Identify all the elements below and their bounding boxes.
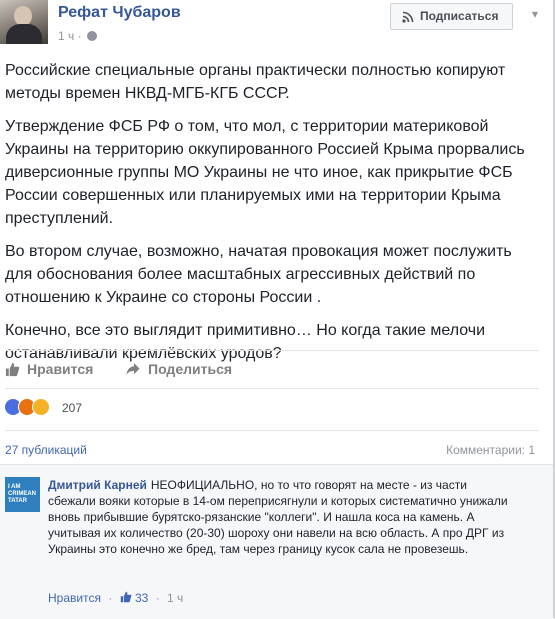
- comment-actions: Нравится · 33 · 1 ч: [48, 591, 183, 605]
- post-time[interactable]: 1 ч: [58, 29, 74, 43]
- post-header: Рефат Чубаров 1 ч · Подписаться ▾: [0, 0, 553, 52]
- commenter-name[interactable]: Дмитрий Карней: [48, 478, 147, 492]
- author-name[interactable]: Рефат Чубаров: [58, 4, 181, 22]
- separator: ·: [108, 591, 113, 605]
- comment-like-count-icon: [120, 591, 132, 603]
- avatar-head: [14, 6, 32, 26]
- avatar-body: [6, 24, 42, 44]
- commenter-avatar[interactable]: I AM CRIMEAN TATAR: [5, 477, 40, 512]
- comment-like-button[interactable]: Нравится: [48, 591, 101, 605]
- share-arrow-icon: [126, 362, 140, 376]
- globe-icon: [86, 31, 97, 41]
- subscribe-button[interactable]: Подписаться: [390, 3, 513, 30]
- divider: [5, 350, 539, 351]
- share-button[interactable]: Поделиться: [125, 360, 232, 378]
- reactions-count: 207: [62, 401, 83, 415]
- sad-reaction-icon: [32, 398, 50, 416]
- author-avatar[interactable]: [0, 0, 48, 44]
- meta-dot: ·: [77, 29, 82, 43]
- like-label: Нравится: [27, 361, 94, 377]
- subscribe-label: Подписаться: [420, 9, 499, 23]
- post-body: Российские специальные органы практическ…: [5, 59, 540, 375]
- comment-time[interactable]: 1 ч: [167, 591, 183, 605]
- divider: [5, 388, 539, 389]
- thumbs-up-icon: [5, 362, 20, 377]
- comments-count[interactable]: Комментарии: 1: [446, 443, 535, 457]
- like-button[interactable]: Нравится: [5, 360, 93, 378]
- post-paragraph: Утверждение ФСБ РФ о том, что мол, с тер…: [5, 118, 525, 227]
- chevron-down-icon[interactable]: ▾: [526, 5, 544, 23]
- post-card: Рефат Чубаров 1 ч · Подписаться ▾ Россий…: [0, 0, 554, 619]
- post-paragraph: Во втором случае, возможно, начатая пров…: [5, 243, 512, 306]
- post-meta: 1 ч ·: [58, 29, 97, 43]
- divider: [5, 430, 539, 431]
- shares-link[interactable]: 27 публикаций: [5, 443, 87, 457]
- comment-body: Дмитрий Карней НЕОФИЦИАЛЬНО, но то что го…: [48, 477, 508, 557]
- post-paragraph: Конечно, все это выглядит примитивно… Но…: [5, 322, 486, 362]
- rss-icon: [402, 11, 414, 23]
- post-paragraph: Российские специальные органы практическ…: [5, 62, 506, 102]
- comments-section: I AM CRIMEAN TATAR Дмитрий Карней НЕОФИЦИ…: [0, 464, 553, 619]
- separator: ·: [155, 591, 160, 605]
- comment-like-count[interactable]: 33: [135, 591, 148, 605]
- share-label: Поделиться: [148, 361, 233, 377]
